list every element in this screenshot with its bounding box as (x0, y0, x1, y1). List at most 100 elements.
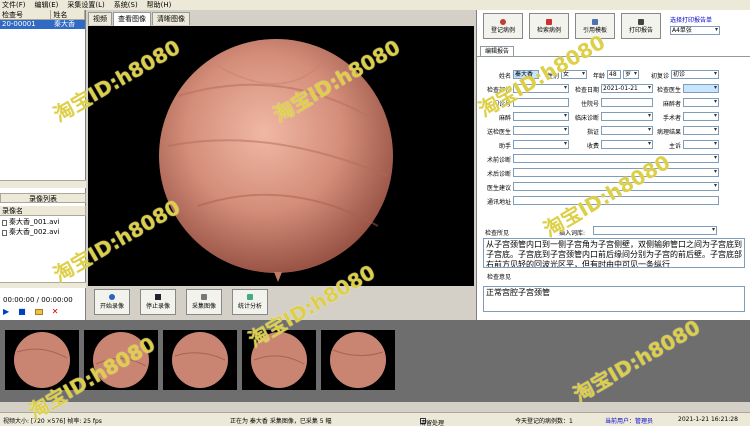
stop-record-button[interactable]: 停止录像 (140, 289, 176, 315)
address-field[interactable] (513, 196, 719, 205)
tab-divider (477, 56, 750, 57)
menu-help[interactable]: 帮助(H) (147, 0, 172, 10)
endoscope-view (159, 39, 393, 282)
assistant-select[interactable] (513, 140, 569, 149)
status-bar: 视频大小: [720 ×576] 帧率: 25 fps 正在为 秦大香 采集图像… (0, 412, 750, 426)
tab-view-images[interactable]: 查看图像 (113, 12, 151, 26)
insert-phrase-label: 插入词库: (559, 230, 586, 237)
use-template-button[interactable]: 引用模板 (575, 13, 615, 39)
date-label: 检查日期 (574, 87, 599, 94)
tab-clear-images[interactable]: 清晰图像 (152, 12, 190, 25)
folder-icon[interactable] (34, 308, 43, 315)
print-select-label: 选择打印报告单 (670, 17, 713, 24)
captured-image-thumbnail[interactable] (242, 330, 316, 390)
phrase-library-select[interactable] (593, 226, 717, 235)
captured-image-thumbnail[interactable] (163, 330, 237, 390)
file-icon (2, 219, 7, 226)
age-field[interactable]: 48 (607, 70, 621, 79)
captured-image-thumbnail[interactable] (84, 330, 158, 390)
camera-icon (201, 294, 207, 300)
inpatient-field[interactable] (601, 98, 653, 107)
operator-label: 手术者 (662, 115, 681, 122)
grid-scrollbar[interactable] (0, 180, 86, 188)
opinion-label: 检查意见 (487, 274, 512, 281)
part-label: 检查部位 (486, 87, 511, 94)
postop-label: 术后诊断 (486, 171, 511, 178)
doctor-label: 检查医生 (656, 87, 681, 94)
outpatient-field[interactable] (513, 98, 569, 107)
menu-bar: 文件(F) 编辑(E) 采集设置(L) 系统(S) 帮助(H) (0, 0, 750, 10)
complaint-label: 主诉 (668, 143, 681, 150)
stop-icon[interactable]: ■ (18, 307, 26, 316)
referral-select[interactable] (513, 126, 569, 135)
print-template-select[interactable]: A4单张 (670, 26, 720, 35)
age-unit-select[interactable]: 岁 (623, 70, 639, 79)
menu-file[interactable]: 文件(F) (2, 0, 26, 10)
name-field[interactable]: 秦大香 (513, 70, 539, 79)
referral-label: 送检医生 (486, 129, 511, 136)
captured-image-thumbnail[interactable] (321, 330, 395, 390)
anesthesia-select[interactable] (513, 112, 569, 121)
preop-select[interactable] (513, 154, 719, 163)
tab-edit-report[interactable]: 编辑报告 (480, 46, 515, 56)
sex-select[interactable]: 女 (561, 70, 587, 79)
status-capture: 正在为 秦大香 采集图像，已采集 5 幅 (230, 418, 332, 425)
clinical-select[interactable] (601, 112, 653, 121)
doctor-select[interactable] (683, 84, 719, 93)
col-name[interactable]: 姓名 (51, 10, 85, 19)
status-datetime: 2021-1-21 16:21:28 (678, 416, 738, 423)
indication-label: 指证 (586, 129, 599, 136)
chart-icon (247, 294, 253, 300)
pathology-label: 病理结果 (656, 129, 681, 136)
recording-list-title: 录像列表 (0, 193, 86, 203)
assistant-label: 助手 (498, 143, 511, 150)
menu-edit[interactable]: 编辑(E) (35, 0, 59, 10)
center-tabs: 视频 查看图像 清晰图像 (88, 12, 190, 26)
preop-label: 术前诊断 (486, 157, 511, 164)
thumbnail-strip (0, 320, 750, 402)
live-video[interactable] (88, 26, 474, 286)
advice-label: 医生建议 (486, 185, 511, 192)
status-video-size: 视频大小: [720 ×576] 帧率: 25 fps (3, 418, 102, 425)
play-icon[interactable]: ▶ (3, 307, 9, 316)
col-recording-name[interactable]: 录像名 (0, 206, 86, 215)
opinion-textarea[interactable]: 正常宫腔子宫颈管 (483, 286, 745, 312)
status-registered-count: 今天登记的病例数：1 (515, 418, 573, 425)
menu-capture-settings[interactable]: 采集设置(L) (67, 0, 104, 10)
fee-select[interactable] (601, 140, 653, 149)
patient-id: 20-00001 (2, 20, 36, 28)
captured-image-thumbnail[interactable] (5, 330, 79, 390)
operator-select[interactable] (683, 112, 719, 121)
name-label: 姓名 (498, 73, 511, 80)
search-case-button[interactable]: 检索病例 (529, 13, 569, 39)
recording-item[interactable]: 秦大香_002.avi (2, 228, 59, 237)
advice-select[interactable] (513, 182, 719, 191)
register-case-button[interactable]: 登记病例 (483, 13, 523, 39)
tab-video[interactable]: 视频 (88, 12, 112, 25)
complaint-select[interactable] (683, 140, 719, 149)
age-label: 年龄 (592, 73, 605, 80)
date-picker[interactable]: 2021-01-21 (601, 84, 653, 93)
recording-item[interactable]: 秦大香_001.avi (2, 218, 59, 227)
patient-row[interactable]: 20-00001 秦大香 (0, 20, 85, 29)
anesthetist-select[interactable] (683, 98, 719, 107)
menu-system[interactable]: 系统(S) (114, 0, 138, 10)
delete-icon[interactable]: ✕ (52, 307, 59, 316)
visit-label: 初复诊 (650, 73, 669, 80)
part-select[interactable] (513, 84, 569, 93)
col-exam-id[interactable]: 检查号 (0, 10, 52, 19)
print-report-button[interactable]: 打印报告 (621, 13, 661, 39)
fee-label: 收费 (586, 143, 599, 150)
indication-select[interactable] (601, 126, 653, 135)
record-icon (109, 294, 115, 300)
findings-textarea[interactable]: 从子宫颈管内口到一侧子宫角为子宫侧壁，双侧输卵管口之间为子宫底到子宫底。子宫底到… (483, 238, 745, 268)
postop-select[interactable] (513, 168, 719, 177)
anesthesia-label: 麻醉 (498, 115, 511, 122)
capture-image-button[interactable]: 采集图像 (186, 289, 222, 315)
statistics-button[interactable]: 统计分析 (232, 289, 268, 315)
visit-select[interactable]: 初诊 (671, 70, 719, 79)
outpatient-label: 门诊号 (492, 101, 511, 108)
playback-slider[interactable] (0, 282, 86, 288)
start-record-button[interactable]: 开始录像 (94, 289, 130, 315)
pathology-select[interactable] (683, 126, 719, 135)
